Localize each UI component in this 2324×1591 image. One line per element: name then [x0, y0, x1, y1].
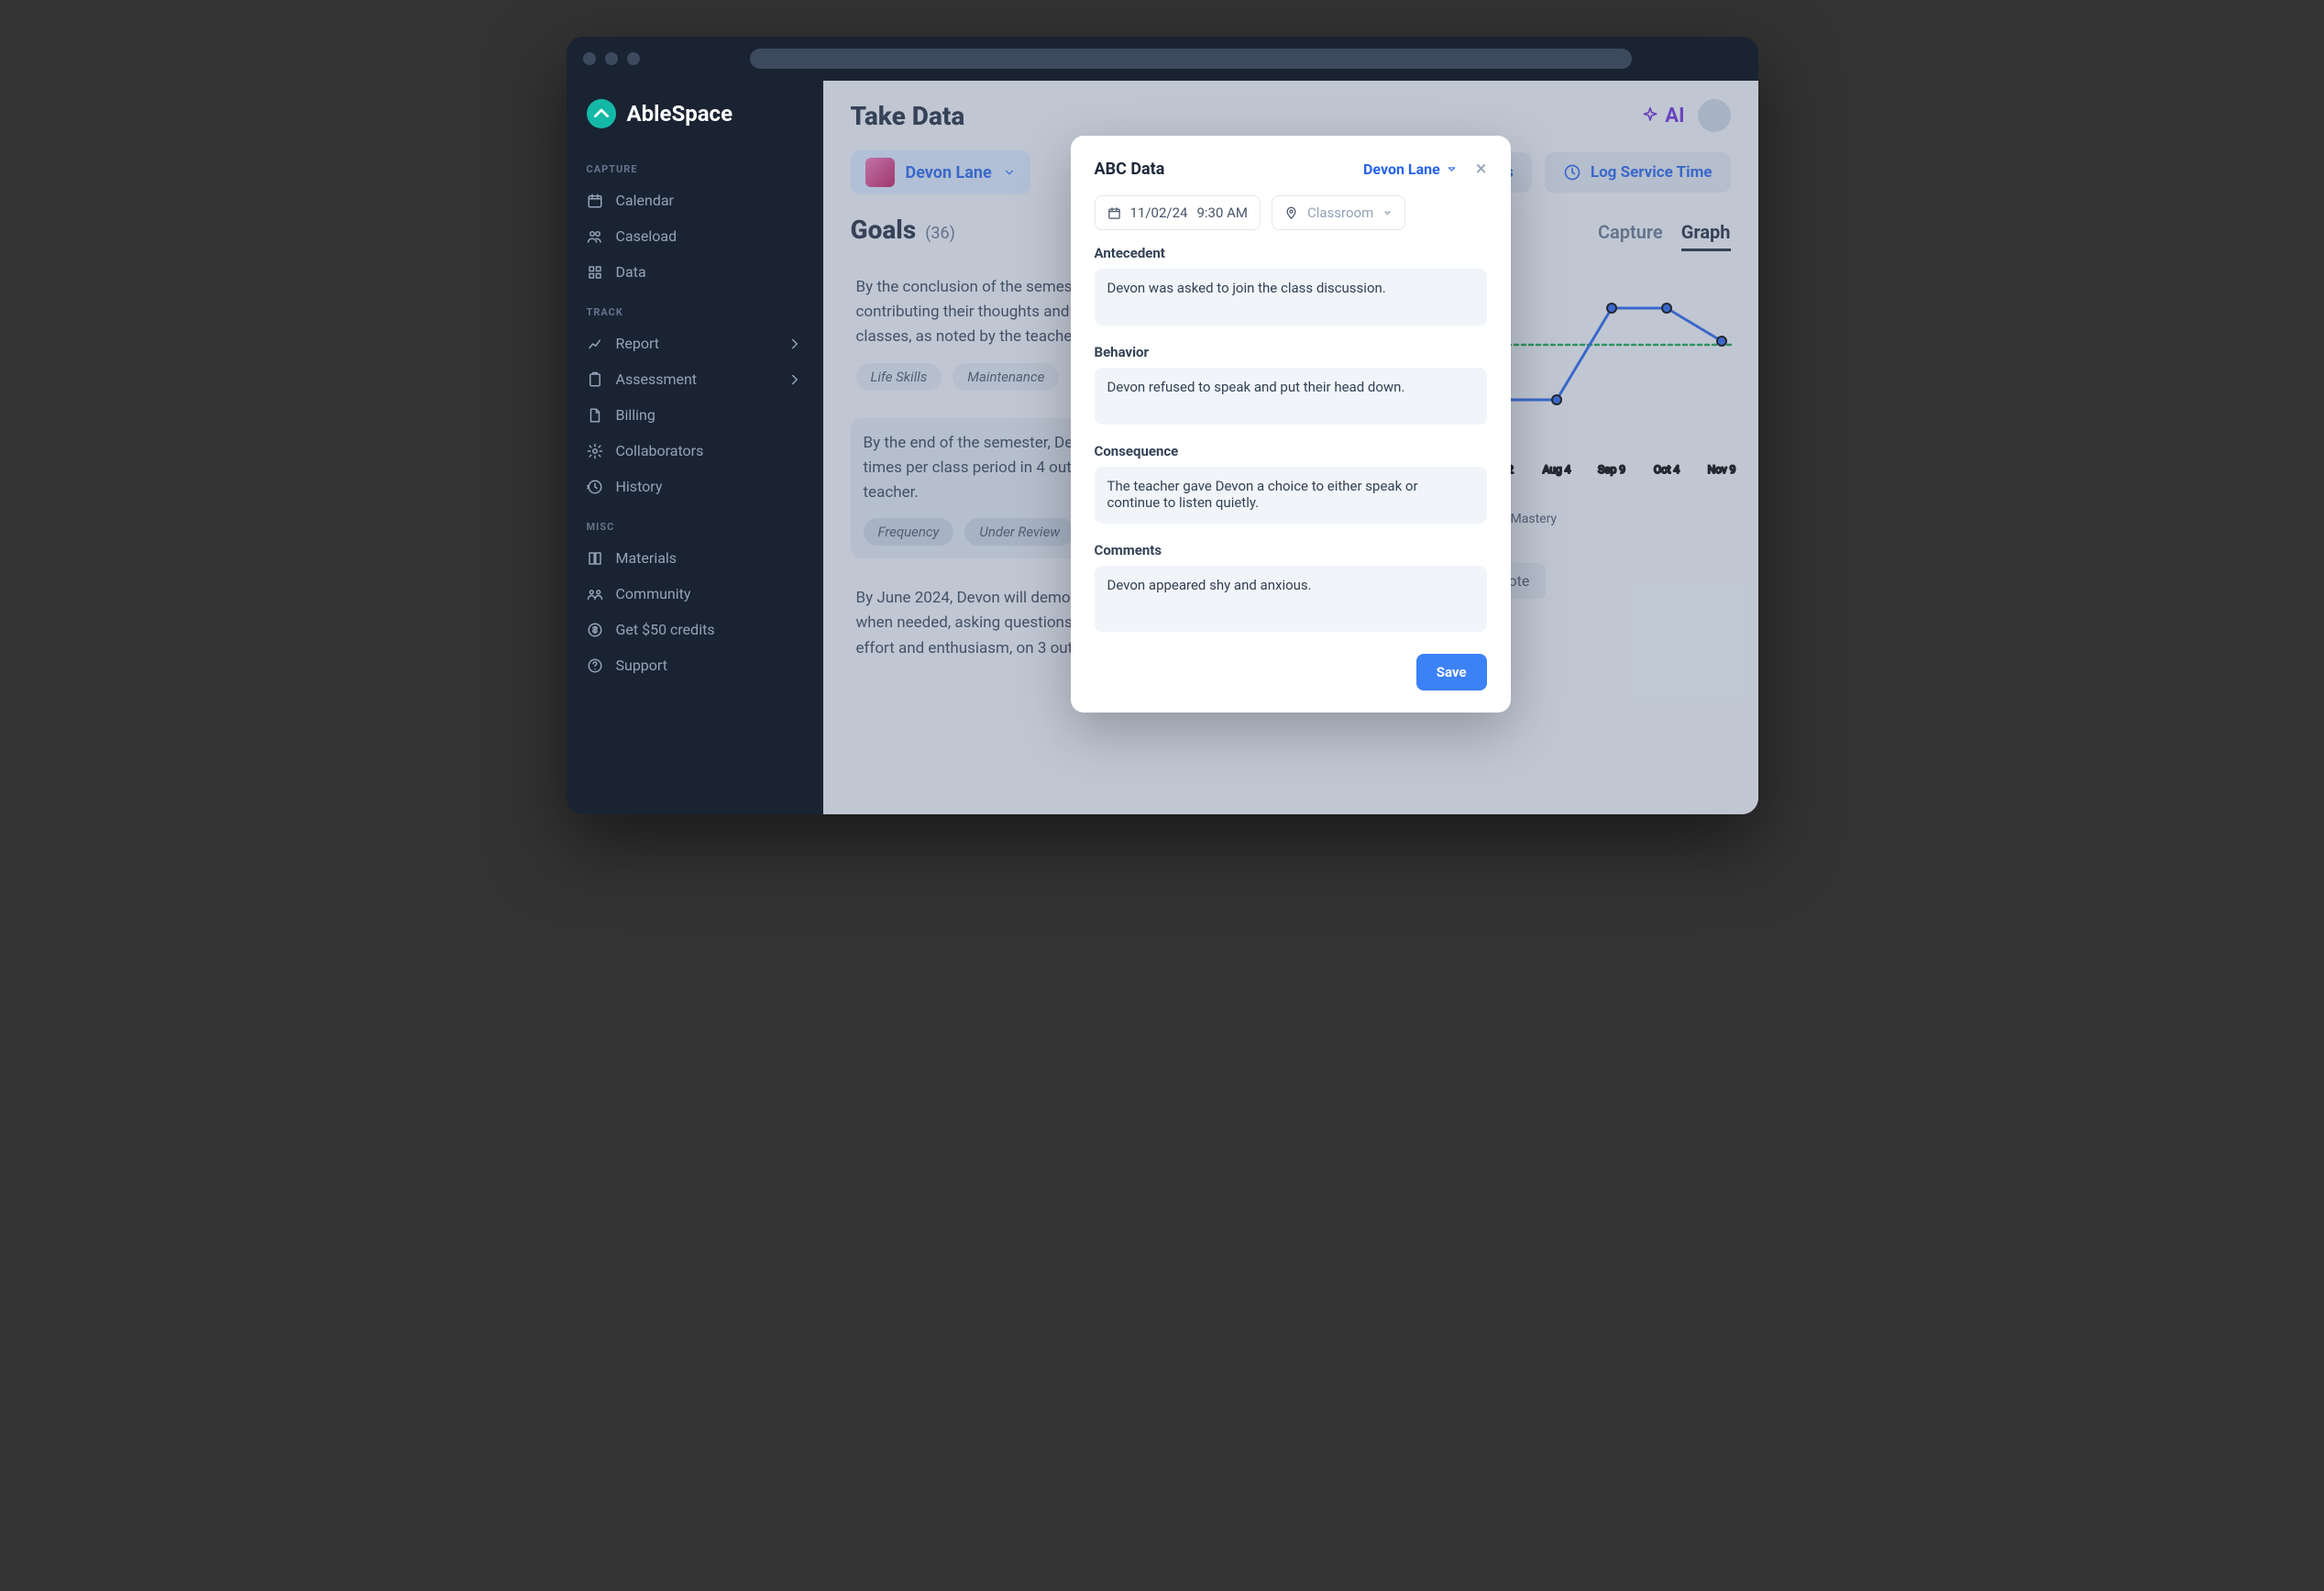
close-icon[interactable]: ×: [1476, 158, 1487, 181]
chart-icon: [587, 336, 603, 352]
sidebar-item-assessment[interactable]: Assessment: [567, 361, 823, 397]
traffic-dot[interactable]: [605, 52, 618, 65]
sidebar: AbleSpace CAPTURE Calendar Caseload Data TRA…: [567, 81, 823, 814]
sidebar-item-get-50-credits[interactable]: Get $50 credits: [567, 612, 823, 647]
sidebar-item-label: Materials: [616, 549, 677, 567]
sidebar-item-label: Collaborators: [616, 442, 704, 459]
sidebar-item-data[interactable]: Data: [567, 254, 823, 290]
logo-icon: [587, 99, 616, 128]
file-icon: [587, 407, 603, 424]
address-bar[interactable]: [750, 49, 1632, 69]
help-icon: [587, 657, 603, 674]
antecedent-input[interactable]: [1095, 269, 1487, 326]
date-time-picker[interactable]: 11/02/24 9:30 AM: [1095, 195, 1261, 230]
abc-data-modal: ABC Data Devon Lane × 11/02/24 9:30 AM: [1071, 136, 1511, 713]
caret-down-icon: [1446, 163, 1458, 175]
behavior-input[interactable]: [1095, 368, 1487, 425]
brand-name: AbleSpace: [627, 101, 733, 127]
save-button[interactable]: Save: [1416, 654, 1487, 691]
modal-title: ABC Data: [1095, 160, 1165, 179]
sidebar-item-label: History: [616, 478, 663, 495]
sidebar-item-caseload[interactable]: Caseload: [567, 218, 823, 254]
location-icon: [1284, 206, 1298, 220]
gear-icon: [587, 443, 603, 459]
traffic-dot[interactable]: [627, 52, 640, 65]
users-icon: [587, 228, 603, 245]
brand-logo[interactable]: AbleSpace: [567, 99, 823, 147]
location-picker[interactable]: Classroom: [1272, 195, 1405, 230]
sidebar-item-calendar[interactable]: Calendar: [567, 182, 823, 218]
calendar-icon: [1107, 206, 1121, 220]
dollar-icon: [587, 622, 603, 638]
sidebar-item-materials[interactable]: Materials: [567, 540, 823, 576]
sidebar-item-billing[interactable]: Billing: [567, 397, 823, 433]
sidebar-item-label: Assessment: [616, 370, 698, 388]
sidebar-item-label: Community: [616, 585, 691, 602]
chevron-right-icon: [787, 336, 803, 352]
sidebar-section-label: TRACK: [567, 290, 823, 326]
sidebar-item-community[interactable]: Community: [567, 576, 823, 612]
history-icon: [587, 479, 603, 495]
sidebar-item-label: Caseload: [616, 227, 677, 245]
titlebar: [567, 37, 1758, 81]
sidebar-item-history[interactable]: History: [567, 469, 823, 504]
sidebar-item-label: Get $50 credits: [616, 621, 715, 638]
behavior-label: Behavior: [1095, 344, 1487, 360]
traffic-lights: [583, 52, 640, 65]
sidebar-item-support[interactable]: Support: [567, 647, 823, 683]
comments-label: Comments: [1095, 542, 1487, 558]
chevron-right-icon: [787, 371, 803, 388]
sidebar-item-report[interactable]: Report: [567, 326, 823, 361]
sidebar-item-label: Calendar: [616, 192, 674, 209]
sidebar-section-label: MISC: [567, 504, 823, 540]
caret-down-icon: [1382, 208, 1393, 218]
sidebar-item-label: Billing: [616, 406, 655, 424]
clipboard-icon: [587, 371, 603, 388]
modal-student-picker[interactable]: Devon Lane: [1363, 160, 1458, 178]
consequence-label: Consequence: [1095, 443, 1487, 459]
sidebar-item-label: Data: [616, 263, 646, 281]
antecedent-label: Antecedent: [1095, 245, 1487, 261]
sidebar-item-label: Support: [616, 657, 667, 674]
sidebar-item-collaborators[interactable]: Collaborators: [567, 433, 823, 469]
traffic-dot[interactable]: [583, 52, 596, 65]
data-icon: [587, 264, 603, 281]
main-content: Take Data AI Devon Lane s: [823, 81, 1758, 814]
sidebar-section-label: CAPTURE: [567, 147, 823, 182]
consequence-input[interactable]: [1095, 467, 1487, 524]
comments-input[interactable]: [1095, 566, 1487, 632]
sidebar-item-label: Report: [616, 335, 660, 352]
book-icon: [587, 550, 603, 567]
window: AbleSpace CAPTURE Calendar Caseload Data TRA…: [567, 37, 1758, 814]
modal-backdrop[interactable]: ABC Data Devon Lane × 11/02/24 9:30 AM: [823, 81, 1758, 814]
calendar-icon: [587, 193, 603, 209]
community-icon: [587, 586, 603, 602]
